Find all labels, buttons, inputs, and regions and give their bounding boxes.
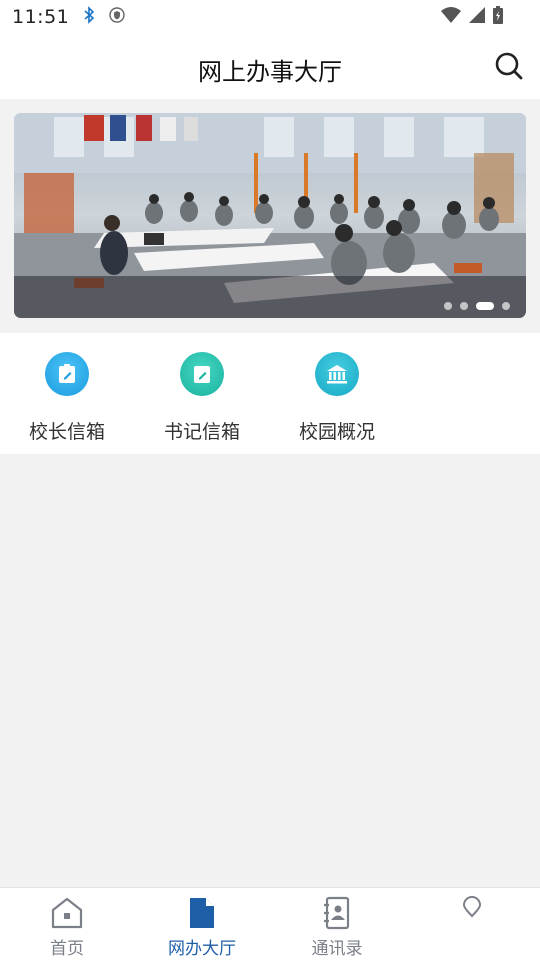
status-time: 11:51 — [12, 6, 70, 28]
location-icon — [455, 896, 489, 930]
campus-overview-button[interactable]: 校园概况 — [282, 352, 392, 444]
carousel-indicator — [444, 302, 510, 310]
banner-carousel[interactable] — [14, 113, 526, 318]
quick-actions: 校长信箱 书记信箱 校园概况 — [0, 333, 540, 454]
carousel-dot-active[interactable] — [476, 302, 494, 310]
signal-icon — [468, 6, 486, 28]
tab-service-hall[interactable]: 网办大厅 — [152, 896, 252, 959]
tab-location[interactable] — [422, 896, 522, 934]
mailbox-edit-icon — [180, 352, 224, 396]
tab-home[interactable]: 首页 — [17, 896, 117, 959]
tab-label: 首页 — [50, 939, 84, 959]
page-title: 网上办事大厅 — [198, 58, 342, 86]
shield-icon — [109, 7, 125, 27]
banner-section — [0, 99, 540, 333]
carousel-dot[interactable] — [502, 302, 510, 310]
search-icon — [495, 52, 523, 80]
tab-label: 通讯录 — [311, 939, 363, 959]
building-icon — [315, 352, 359, 396]
tab-label: 网办大厅 — [168, 939, 236, 959]
search-button[interactable] — [494, 51, 524, 81]
wifi-icon — [440, 6, 462, 28]
quick-action-label: 校园概况 — [298, 421, 375, 443]
tab-contacts[interactable]: 通讯录 — [287, 896, 387, 959]
battery-icon — [492, 5, 504, 29]
status-bar: 11:51 — [0, 0, 540, 34]
secretary-mailbox-button[interactable]: 书记信箱 — [147, 352, 257, 444]
carousel-dot[interactable] — [444, 302, 452, 310]
carousel-dot[interactable] — [460, 302, 468, 310]
quick-action-label: 书记信箱 — [163, 421, 240, 443]
quick-action-label: 校长信箱 — [28, 421, 105, 443]
app-header: 网上办事大厅 — [0, 34, 540, 99]
bluetooth-icon — [83, 6, 95, 28]
bottom-tab-bar: 首页 网办大厅 通讯录 — [0, 887, 540, 960]
home-icon — [50, 896, 84, 930]
document-icon — [185, 896, 219, 930]
banner-overlay — [14, 276, 526, 318]
mailbox-edit-icon — [45, 352, 89, 396]
contacts-icon — [320, 896, 354, 930]
principal-mailbox-button[interactable]: 校长信箱 — [12, 352, 122, 444]
